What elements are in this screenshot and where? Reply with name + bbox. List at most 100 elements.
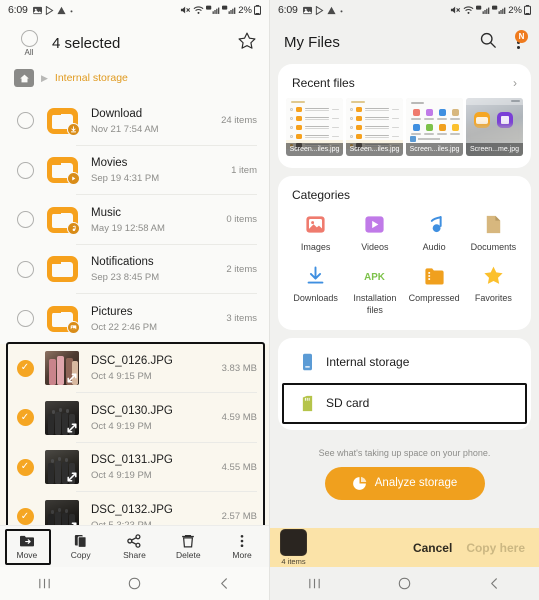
recent-file-item[interactable]: Screen...iles.jpg — [286, 98, 343, 156]
file-size-or-count: 2.57 MB — [221, 511, 257, 523]
kebab-menu-icon[interactable]: N — [511, 30, 528, 51]
search-icon[interactable] — [479, 31, 497, 54]
chevron-right-icon: › — [513, 76, 517, 90]
move-button[interactable]: Move — [0, 534, 54, 560]
share-label: Share — [123, 549, 146, 560]
recent-file-item[interactable]: Screen...iles.jpg — [346, 98, 403, 156]
check-icon: ✓ — [16, 458, 34, 476]
more-button[interactable]: More — [215, 534, 269, 560]
copy-button[interactable]: Copy — [54, 534, 108, 560]
row-meta: Notifications Sep 23 8:45 PM — [84, 255, 220, 283]
home-icon[interactable] — [90, 576, 180, 591]
select-all-checkbox[interactable]: All — [12, 29, 46, 57]
document-icon — [481, 212, 506, 237]
copy-label: Copy — [70, 549, 91, 560]
back-icon[interactable] — [179, 576, 269, 591]
notification-badge: N — [515, 30, 528, 43]
star-outline-icon[interactable] — [237, 31, 257, 56]
expand-icon — [67, 472, 77, 482]
image-preview — [45, 400, 79, 435]
home-icon[interactable] — [360, 576, 450, 591]
category-item[interactable]: Downloads — [286, 263, 345, 316]
status-bar-right: 6:09 2% — [270, 0, 539, 20]
row-checkbox[interactable] — [10, 211, 40, 229]
file-date: Nov 21 7:54 AM — [91, 123, 159, 135]
image-preview — [45, 499, 79, 525]
file-row[interactable]: Music May 19 12:58 AM 0 items — [0, 195, 269, 245]
category-item[interactable]: Documents — [464, 212, 523, 253]
status-time: 6:09 — [278, 4, 298, 16]
category-item[interactable]: Audio — [405, 212, 464, 253]
image-icon — [303, 212, 328, 237]
file-row[interactable]: Notifications Sep 23 8:45 PM 2 items — [0, 245, 269, 294]
category-item[interactable]: APK Installation files — [345, 263, 404, 316]
folder-thumbnail — [40, 107, 84, 136]
file-row-selected[interactable]: ✓ DSC_0131.JPG Oct 4 9:19 PM 4.55 MB — [0, 442, 269, 492]
row-checkbox-checked[interactable]: ✓ — [10, 458, 40, 476]
signal-icon — [206, 5, 220, 14]
wifi-icon — [193, 6, 204, 14]
copy-icon — [74, 534, 87, 548]
recents-icon[interactable] — [270, 576, 360, 591]
file-size-or-count: 4.59 MB — [221, 412, 257, 424]
row-checkbox[interactable] — [10, 260, 40, 278]
folder-thumbnail — [40, 157, 84, 186]
photo-thumbnail — [40, 499, 84, 525]
video-icon — [362, 212, 387, 237]
file-row[interactable]: Movies Sep 19 4:31 PM 1 item — [0, 146, 269, 195]
back-icon[interactable] — [449, 576, 539, 591]
category-item[interactable]: Favorites — [464, 263, 523, 316]
row-checkbox-checked[interactable]: ✓ — [10, 359, 40, 377]
file-list[interactable]: Download Nov 21 7:54 AM 24 items Movies Sep … — [0, 96, 269, 525]
header-actions: N — [479, 30, 528, 54]
category-item[interactable]: Videos — [345, 212, 404, 253]
file-name: Notifications — [91, 256, 154, 269]
file-size-or-count: 2 items — [226, 263, 257, 275]
file-row[interactable]: Download Nov 21 7:54 AM 24 items — [0, 96, 269, 146]
share-button[interactable]: Share — [108, 533, 162, 560]
category-label: Documents — [470, 242, 517, 252]
file-row-selected[interactable]: ✓ DSC_0132.JPGOct 5 3:23 PM 2.57 MB — [0, 492, 269, 525]
recents-icon[interactable] — [0, 576, 90, 591]
category-label: Images — [300, 242, 331, 252]
home-icon[interactable] — [14, 69, 34, 87]
storage-item-internal[interactable]: Internal storage — [278, 342, 531, 383]
file-date: Sep 19 4:31 PM — [91, 173, 160, 185]
row-meta: Movies Sep 19 4:31 PM — [84, 156, 225, 184]
select-all-circle — [20, 29, 38, 47]
category-item[interactable]: Images — [286, 212, 345, 253]
recent-files-strip[interactable]: Screen...iles.jpg Screen...iles.jpg Screen… — [278, 98, 531, 168]
recent-file-label: Screen...iles.jpg — [406, 143, 463, 156]
row-checkbox[interactable] — [10, 161, 40, 179]
internal-storage-label: Internal storage — [326, 355, 410, 370]
file-row[interactable]: Pictures Oct 22 2:46 PM 3 items — [0, 294, 269, 344]
row-checkbox-checked[interactable]: ✓ — [10, 508, 40, 525]
row-meta: Download Nov 21 7:54 AM — [84, 107, 215, 135]
analyze-storage-button[interactable]: Analyze storage — [324, 466, 485, 500]
recent-files-header[interactable]: Recent files › — [278, 64, 531, 98]
storage-item-sdcard[interactable]: SD card — [278, 382, 531, 424]
category-item[interactable]: Compressed — [405, 263, 464, 316]
breadcrumb-internal-storage[interactable]: Internal storage — [55, 72, 128, 84]
cancel-button[interactable]: Cancel — [413, 541, 452, 555]
recent-file-item[interactable]: Screen...iles.jpg — [406, 98, 463, 156]
file-date: Sep 23 8:45 PM — [91, 272, 160, 284]
apk-icon: APK — [362, 263, 387, 288]
file-row-selected[interactable]: ✓ DSC_0130.JPG Oct 4 9:19 PM 4.59 MB — [0, 393, 269, 443]
photo-thumbnail — [40, 351, 84, 386]
category-label: Compressed — [408, 293, 460, 304]
row-checkbox[interactable] — [10, 112, 40, 130]
delete-button[interactable]: Delete — [161, 534, 215, 560]
row-checkbox[interactable] — [10, 310, 40, 328]
copy-here-button[interactable]: Copy here — [466, 541, 525, 555]
page-title: My Files — [284, 33, 340, 51]
image-preview — [45, 351, 79, 386]
system-navbar-right — [270, 567, 539, 600]
file-name: DSC_0132.JPG — [91, 503, 173, 516]
file-date: Oct 4 9:15 PM — [91, 371, 152, 383]
file-row-selected[interactable]: ✓ DSC_0126.JPG Oct 4 9:15 PM 3.83 MB — [0, 343, 269, 393]
recent-file-item[interactable]: Screen...me.jpg — [466, 98, 523, 156]
row-checkbox-checked[interactable]: ✓ — [10, 409, 40, 427]
signal-icon — [476, 5, 490, 14]
signal2-icon — [492, 5, 506, 14]
